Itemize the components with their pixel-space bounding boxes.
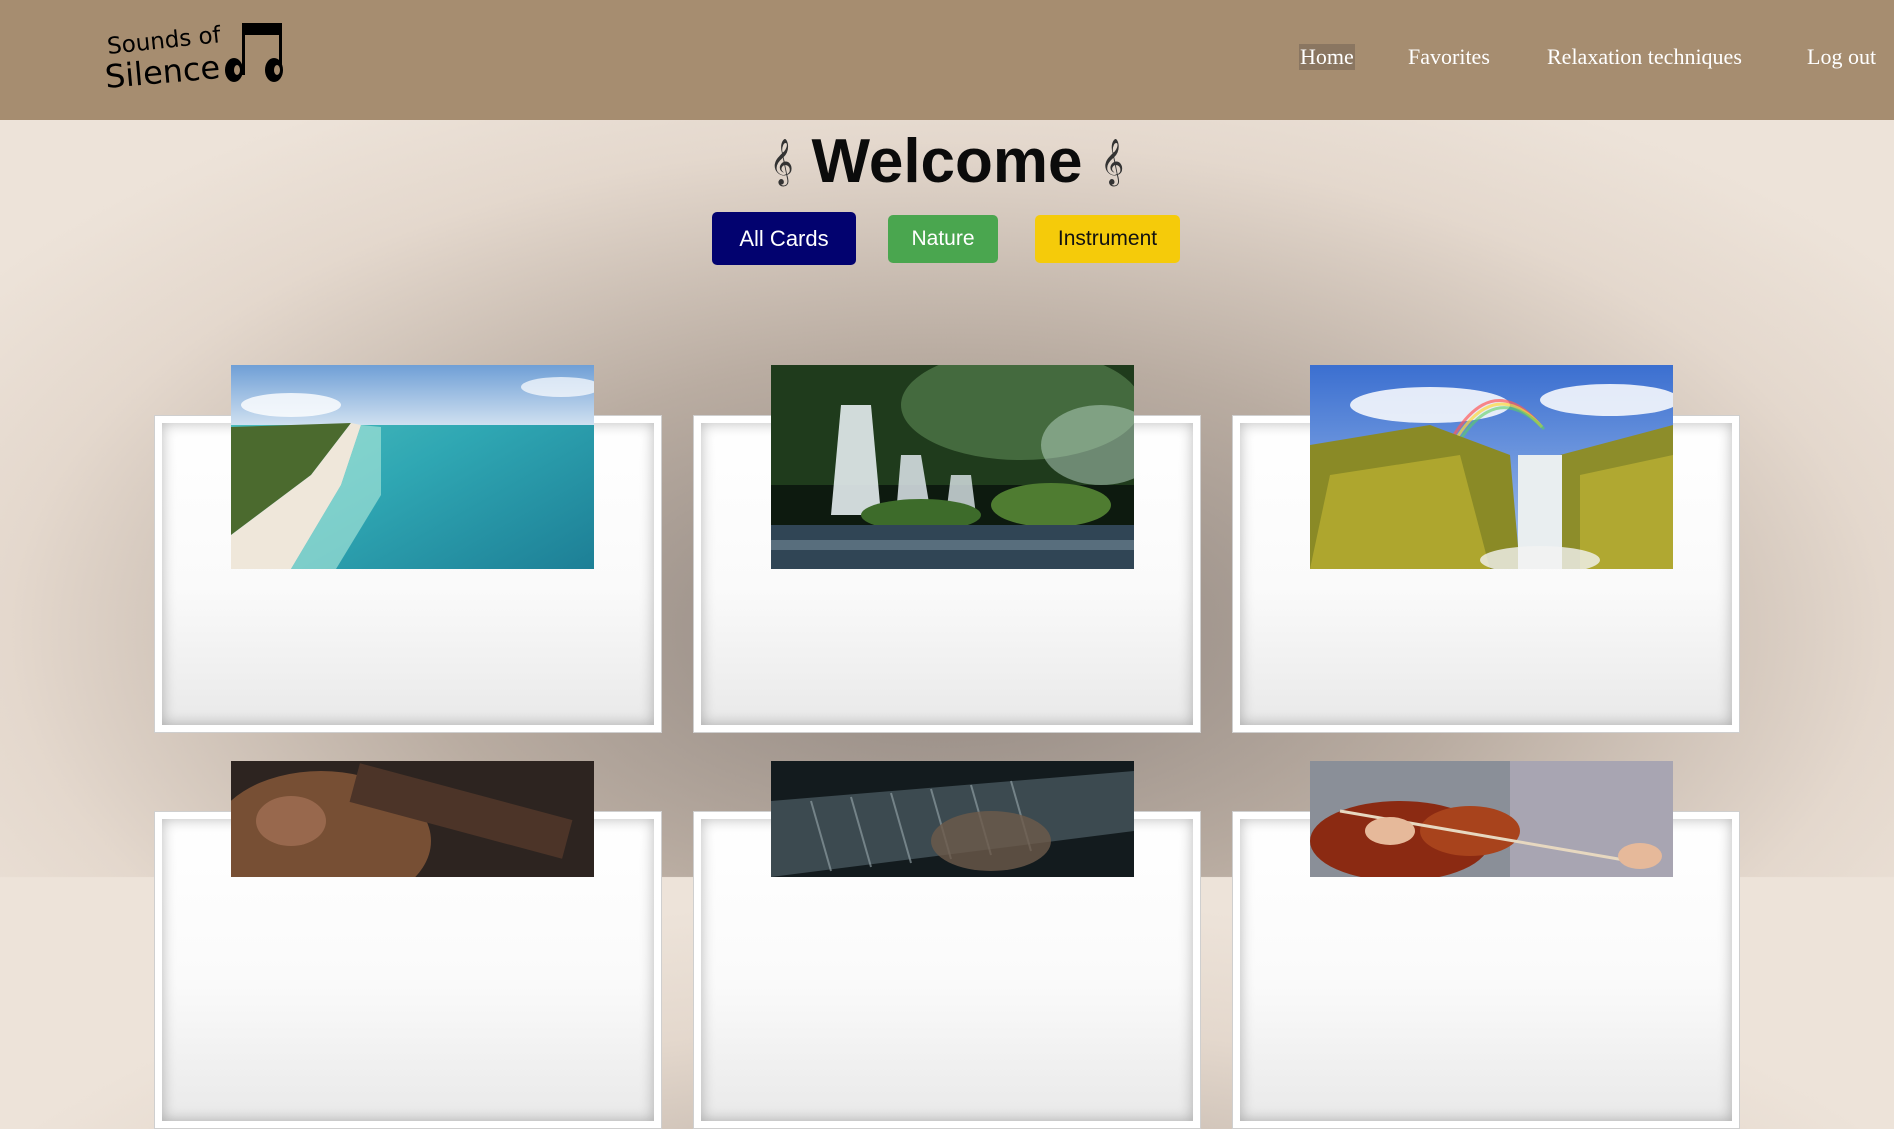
- piano-image[interactable]: [771, 761, 1134, 877]
- rainbow-waterfall-image[interactable]: [1310, 365, 1673, 569]
- treble-clef-icon: 𝄞: [1100, 139, 1125, 185]
- filter-nature-button[interactable]: Nature: [888, 215, 998, 263]
- guitar-image[interactable]: [231, 761, 594, 877]
- filter-instrument-button[interactable]: Instrument: [1035, 215, 1180, 263]
- nav-favorites[interactable]: Favorites: [1408, 44, 1490, 70]
- nav-log-out[interactable]: Log out: [1807, 44, 1876, 70]
- logo[interactable]: Sounds of Silence: [103, 20, 286, 100]
- filter-all-cards-button[interactable]: All Cards: [712, 212, 856, 265]
- treble-clef-icon: 𝄞: [769, 139, 794, 185]
- headphones-icon: [225, 23, 283, 82]
- page-title-row: 𝄞 Welcome 𝄞: [0, 122, 1894, 202]
- navbar: Sounds of Silence Home Favorites Relaxat…: [0, 0, 1894, 120]
- forest-waterfall-image[interactable]: [771, 365, 1134, 569]
- nav-relaxation-techniques[interactable]: Relaxation techniques: [1547, 44, 1742, 70]
- nav-home[interactable]: Home: [1299, 44, 1355, 70]
- violin-image[interactable]: [1310, 761, 1673, 877]
- beach-image[interactable]: [231, 365, 594, 569]
- page-title: Welcome: [811, 127, 1083, 196]
